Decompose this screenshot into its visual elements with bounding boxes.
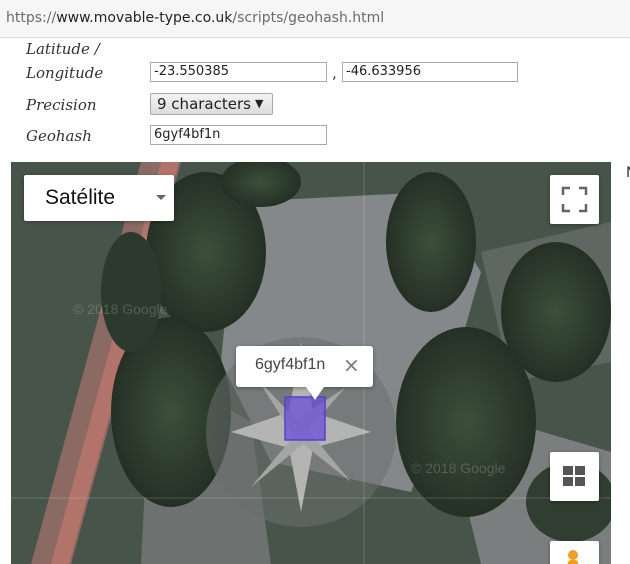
info-window-pointer — [306, 387, 324, 400]
geohash-label: Geohash — [26, 127, 92, 145]
map-watermark: © 2018 Google — [411, 460, 506, 476]
geohash-input[interactable]: 6gyf4bf1n — [150, 125, 327, 145]
precision-value: 9 characters — [157, 95, 251, 113]
map-grid-icon — [563, 466, 585, 486]
geohash-cell[interactable] — [284, 396, 326, 441]
info-window-text: 6gyf4bf1n — [255, 356, 326, 373]
dropdown-caret-icon — [156, 195, 166, 200]
street-view-button[interactable] — [550, 541, 599, 564]
longitude-label: Longitude — [26, 64, 104, 82]
coordinate-separator: , — [332, 64, 337, 82]
latitude-label: Latitude / — [26, 40, 100, 58]
browser-url-bar[interactable]: https://www.movable-type.co.uk/scripts/g… — [0, 0, 630, 38]
close-icon[interactable]: × — [343, 353, 360, 377]
precision-select[interactable]: 9 characters ▼ — [150, 93, 273, 115]
longitude-input[interactable]: -46.633956 — [342, 62, 518, 82]
precision-label: Precision — [26, 96, 97, 114]
info-window: 6gyf4bf1n × — [236, 346, 373, 400]
url-text[interactable]: https://www.movable-type.co.uk/scripts/g… — [6, 10, 384, 26]
fullscreen-icon — [561, 186, 588, 213]
map-watermark: © 2018 Google — [73, 301, 168, 317]
satellite-map[interactable]: © 2018 Google © 2018 Google Satélite 6gy… — [11, 162, 611, 564]
fullscreen-button[interactable] — [550, 175, 599, 224]
map-grid-button[interactable] — [550, 452, 599, 501]
map-type-label: Satélite — [45, 186, 116, 209]
dropdown-arrow-icon: ▼ — [254, 97, 264, 110]
clipped-text-fragment: N — [626, 165, 630, 181]
pegman-icon — [568, 550, 578, 564]
latitude-input[interactable]: -23.550385 — [150, 62, 327, 82]
map-type-dropdown[interactable]: Satélite — [24, 175, 174, 221]
